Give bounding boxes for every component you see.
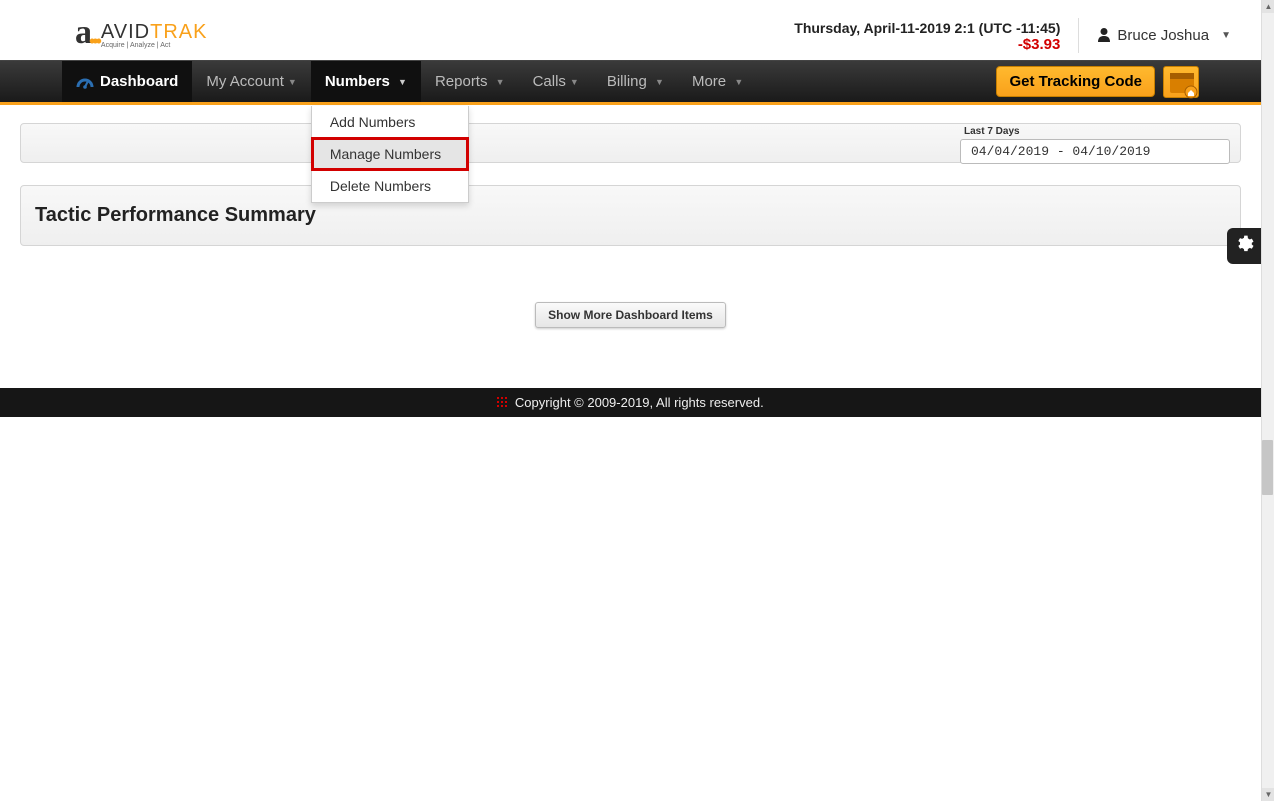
user-icon [1097, 27, 1111, 46]
logo-brand-b: TRAK [150, 21, 207, 43]
date-range-input[interactable] [960, 139, 1230, 164]
numbers-dropdown: Add Numbers Manage Numbers Delete Number… [311, 106, 469, 203]
header-balance: -$3.93 [794, 36, 1060, 53]
nav-more[interactable]: More ▼ [678, 61, 757, 102]
gear-icon [1234, 234, 1254, 258]
nav-calls-label: Calls [533, 73, 566, 90]
scrollbar[interactable]: ▲ ▼ [1261, 0, 1274, 801]
footer-copyright: Copyright © 2009-2019, All rights reserv… [515, 395, 764, 410]
show-more-button[interactable]: Show More Dashboard Items [535, 302, 726, 328]
nav-reports[interactable]: Reports ▼ [421, 61, 519, 102]
dropdown-manage-numbers[interactable]: Manage Numbers [312, 138, 468, 170]
header-datetime: Thursday, April-11-2019 2:1 (UTC -11:45) [794, 20, 1060, 36]
settings-tab[interactable] [1227, 228, 1261, 264]
get-tracking-code-button[interactable]: Get Tracking Code [996, 66, 1155, 97]
logo-tagline: Acquire | Analyze | Act [101, 42, 208, 49]
caret-down-icon: ▼ [288, 77, 297, 87]
user-menu[interactable]: Bruce Joshua ▼ [1097, 18, 1231, 45]
logo[interactable]: a ••• AVIDTRAK Acquire | Analyze | Act [75, 18, 207, 52]
caret-down-icon: ▼ [1221, 30, 1231, 41]
date-filter-panel: Last 7 Days [20, 123, 1241, 163]
caret-down-icon: ▼ [570, 77, 579, 87]
nav-dashboard[interactable]: Dashboard [62, 61, 192, 102]
footer: Copyright © 2009-2019, All rights reserv… [0, 388, 1261, 417]
scroll-down-icon[interactable]: ▼ [1262, 788, 1274, 801]
dashboard-icon [76, 75, 94, 89]
logo-dots-icon: ••• [89, 31, 99, 52]
content-area: Last 7 Days Tactic Performance Summary S… [0, 105, 1261, 388]
caret-down-icon: ▼ [496, 77, 505, 87]
nav-numbers-label: Numbers [325, 73, 390, 90]
main-nav: Dashboard My Account ▼ Numbers ▼ Add Numb… [0, 60, 1261, 105]
scroll-thumb[interactable] [1262, 440, 1273, 495]
top-header: a ••• AVIDTRAK Acquire | Analyze | Act T… [0, 0, 1261, 60]
nav-dashboard-label: Dashboard [100, 73, 178, 90]
tactic-performance-panel: Tactic Performance Summary [20, 185, 1241, 246]
section-title: Tactic Performance Summary [35, 204, 1226, 227]
caret-down-icon: ▼ [734, 77, 743, 87]
scroll-up-icon[interactable]: ▲ [1262, 0, 1274, 13]
nav-billing-label: Billing [607, 73, 647, 90]
nav-billing[interactable]: Billing ▼ [593, 61, 678, 102]
caret-down-icon: ▼ [655, 77, 664, 87]
home-button[interactable] [1163, 66, 1199, 98]
last-7-days-label: Last 7 Days [964, 126, 1020, 137]
nav-reports-label: Reports [435, 73, 488, 90]
footer-grid-icon [497, 395, 511, 410]
dropdown-delete-numbers[interactable]: Delete Numbers [312, 170, 468, 202]
nav-calls[interactable]: Calls ▼ [519, 61, 593, 102]
nav-my-account[interactable]: My Account ▼ [192, 61, 310, 102]
nav-my-account-label: My Account [206, 73, 284, 90]
nav-numbers[interactable]: Numbers ▼ Add Numbers Manage Numbers Del… [311, 61, 421, 102]
dropdown-add-numbers[interactable]: Add Numbers [312, 106, 468, 138]
logo-brand-a: AVID [101, 21, 150, 43]
caret-down-icon: ▼ [398, 77, 407, 87]
calendar-home-icon [1164, 67, 1200, 99]
user-name: Bruce Joshua [1117, 27, 1209, 44]
nav-more-label: More [692, 73, 726, 90]
header-datetime-balance: Thursday, April-11-2019 2:1 (UTC -11:45)… [794, 18, 1079, 53]
